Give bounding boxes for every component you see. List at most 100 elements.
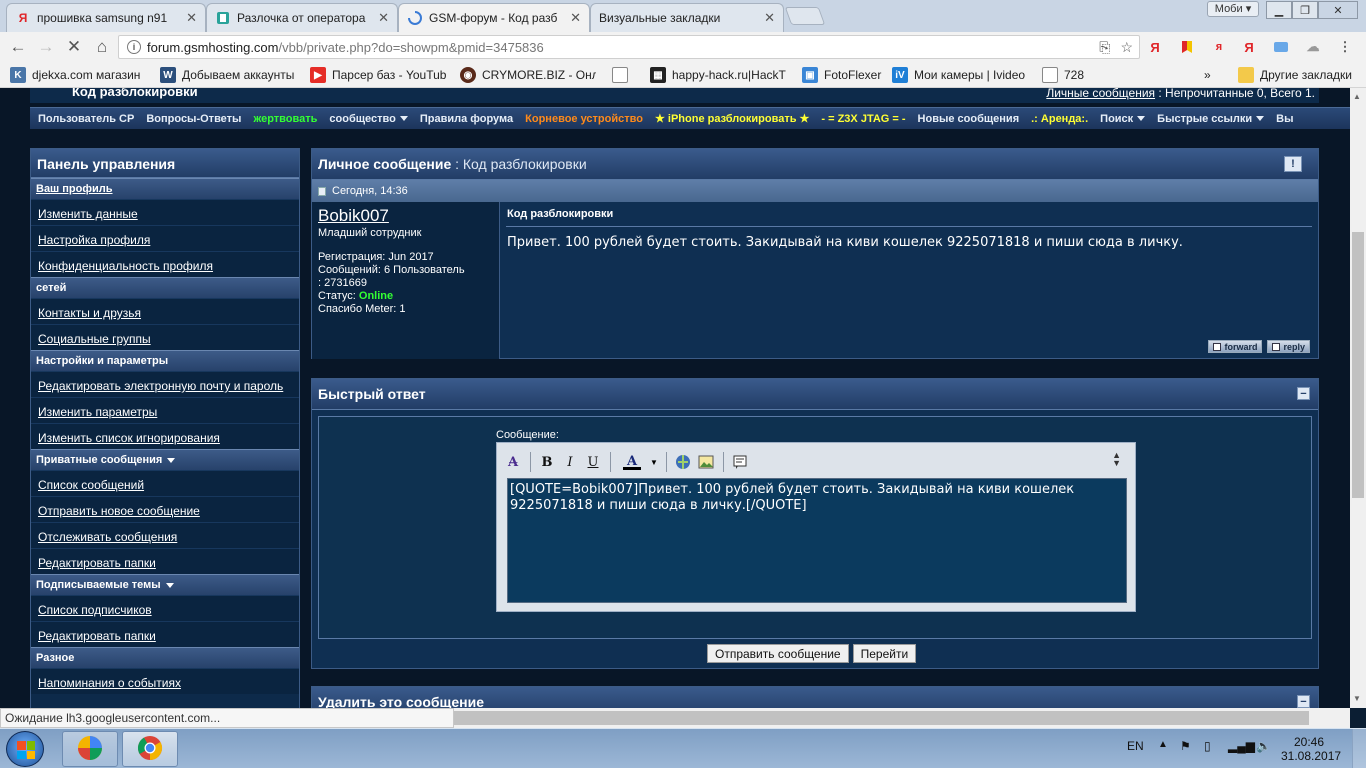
bookmarks-overflow[interactable]: » <box>1204 67 1216 83</box>
bookmark-happy-hack[interactable]: ▦ happy-hack.ru|HackT <box>650 67 788 83</box>
scroll-thumb[interactable] <box>1352 232 1364 498</box>
bookmark-djekxa[interactable]: Kdjekxa.com магазин <box>10 67 148 83</box>
sidebar-link[interactable]: Изменить список игнорирования <box>31 423 299 449</box>
info-icon[interactable]: i <box>127 40 141 54</box>
scroll-up-icon[interactable]: ▲ <box>1353 92 1361 101</box>
sidebar-link[interactable]: Контакты и друзья <box>31 298 299 324</box>
restore-button[interactable]: ❐ <box>1292 1 1318 19</box>
bookmark-728[interactable]: 728 <box>1042 67 1092 83</box>
italic-icon[interactable]: I <box>560 452 580 472</box>
sidebar-link[interactable]: Напоминания о событиях <box>31 668 299 694</box>
bookmark-crymore[interactable]: ◉ CRYMORE.BIZ - Онла <box>460 67 596 83</box>
sidebar-link[interactable]: Отслеживать сообщения <box>31 522 299 548</box>
link-icon[interactable] <box>673 452 693 472</box>
cloud-extension-icon[interactable] <box>1272 38 1290 56</box>
sidebar-link[interactable]: Отправить новое сообщение <box>31 496 299 522</box>
quote-icon[interactable] <box>730 452 750 472</box>
start-button[interactable] <box>6 731 44 767</box>
hscroll-thumb[interactable] <box>454 711 1309 725</box>
close-tab-icon[interactable]: ✕ <box>378 10 389 26</box>
vertical-scrollbar[interactable]: ▲ ▼ <box>1350 88 1366 708</box>
network-icon[interactable]: ▂▄▆ <box>1228 739 1255 753</box>
private-messages-link[interactable]: Личные сообщения <box>1046 88 1155 100</box>
scroll-down-icon[interactable]: ▼ <box>1353 694 1361 703</box>
message-textarea[interactable] <box>507 478 1127 603</box>
sidebar-link[interactable]: Изменить данные <box>31 199 299 225</box>
close-tab-icon[interactable]: ✕ <box>764 10 775 26</box>
star-icon[interactable]: ☆ <box>1120 39 1133 56</box>
nav-item[interactable]: Вопросы-Ответы <box>146 113 241 125</box>
bookmark-ivideon[interactable]: iV Мои камеры | Ivideo <box>892 67 1028 83</box>
color-dropdown-icon[interactable]: ▼ <box>650 458 658 467</box>
nav-item[interactable]: Вы <box>1276 113 1293 125</box>
nav-item[interactable]: .: Аренда:. <box>1031 113 1088 125</box>
tray-expand-icon[interactable]: ▲ <box>1158 739 1168 750</box>
stop-icon[interactable]: ✕ <box>64 37 84 57</box>
go-advanced-button[interactable]: Перейти <box>852 644 917 663</box>
other-bookmarks[interactable]: Другие закладки <box>1238 67 1358 83</box>
menu-icon[interactable]: ⋮ <box>1336 38 1354 56</box>
nav-item[interactable]: Новые сообщения <box>918 113 1020 125</box>
sidebar-section[interactable]: Подписываемые темы <box>31 574 299 595</box>
language-indicator[interactable]: EN <box>1127 739 1144 753</box>
sidebar-link[interactable]: Редактировать папки <box>31 548 299 574</box>
nav-item[interactable]: сообщество <box>329 113 408 125</box>
cloud-icon[interactable]: ☁ <box>1304 38 1322 56</box>
taskbar-app-picasa[interactable] <box>62 731 118 767</box>
sidebar-section[interactable]: Приватные сообщения <box>31 449 299 470</box>
bookmark-parser[interactable]: ▶ Парсер баз - YouTub <box>310 67 448 83</box>
show-desktop-button[interactable] <box>1352 729 1366 768</box>
minimize-button[interactable]: ▁ <box>1266 1 1292 19</box>
sidebar-link[interactable]: Изменить параметры <box>31 397 299 423</box>
power-icon[interactable]: ▯ <box>1204 739 1211 753</box>
nav-item[interactable]: - = Z3X JTAG = - <box>821 113 905 125</box>
flag-icon[interactable]: ⚑ <box>1180 739 1191 753</box>
tab-unlock[interactable]: Разлочка от оператора ✕ <box>206 3 398 32</box>
underline-icon[interactable]: U <box>583 452 603 472</box>
home-icon[interactable]: ⌂ <box>92 37 112 57</box>
yandex-extension-icon[interactable]: Я <box>1146 38 1164 56</box>
tab-gsm-forum[interactable]: GSM-форум - Код разб ✕ <box>398 3 590 32</box>
nav-item[interactable]: ★ iPhone разблокировать ★ <box>655 112 809 125</box>
close-window-button[interactable]: ✕ <box>1318 1 1358 19</box>
sidebar-link[interactable]: Конфиденциальность профиля <box>31 251 299 277</box>
nav-item[interactable]: жертвовать <box>253 113 317 125</box>
system-clock[interactable]: 20:46 31.08.2017 <box>1281 735 1341 763</box>
editor-resize-icon[interactable]: ▲ ▼ <box>1112 451 1121 468</box>
nav-item[interactable]: Быстрые ссылки <box>1157 113 1265 125</box>
nav-item[interactable]: Правила форума <box>420 113 513 125</box>
volume-icon[interactable]: 🔈 <box>1256 739 1271 753</box>
close-tab-icon[interactable]: ✕ <box>570 10 581 26</box>
tab-samsung[interactable]: Я прошивка samsung n91 ✕ <box>6 3 206 32</box>
yandex-mail-icon[interactable]: Я <box>1240 38 1258 56</box>
nav-item[interactable]: Корневое устройство <box>525 113 643 125</box>
back-arrow-icon[interactable]: ← <box>8 37 28 57</box>
collapse-icon[interactable]: − <box>1297 387 1310 400</box>
author-name[interactable]: Bobik007 <box>318 206 493 226</box>
translate-icon[interactable]: ⎘ <box>1099 39 1110 56</box>
new-tab-button[interactable] <box>784 7 826 25</box>
yandex-search-icon[interactable]: я <box>1210 38 1228 56</box>
text-color-icon[interactable]: A <box>617 452 647 472</box>
report-icon[interactable]: ! <box>1284 156 1302 172</box>
sidebar-link[interactable]: Редактировать папки <box>31 621 299 647</box>
remove-format-icon[interactable]: A̶ <box>503 452 523 472</box>
sidebar-link[interactable]: Список подписчиков <box>31 595 299 621</box>
bookmark-fotoflexer[interactable]: ▣ FotoFlexer <box>802 67 884 83</box>
nav-item[interactable]: Пользователь CP <box>38 113 134 125</box>
sidebar-link[interactable]: Социальные группы <box>31 324 299 350</box>
taskbar-app-chrome[interactable] <box>122 731 178 767</box>
bold-icon[interactable]: B <box>537 452 557 472</box>
horizontal-scrollbar[interactable] <box>454 708 1350 728</box>
collapse-icon[interactable]: − <box>1297 695 1310 708</box>
forward-arrow-icon[interactable]: → <box>36 37 56 57</box>
sidebar-link[interactable]: Редактировать электронную почту и пароль <box>31 371 299 397</box>
tab-visual-bookmarks[interactable]: Визуальные закладки ✕ <box>590 3 784 32</box>
image-icon[interactable] <box>696 452 716 472</box>
sidebar-link[interactable]: Список сообщений <box>31 470 299 496</box>
sidebar-link[interactable]: Настройка профиля <box>31 225 299 251</box>
bookmark-accounts[interactable]: W Добываем аккаунты <box>160 67 296 83</box>
forward-button[interactable]: forward <box>1208 340 1263 353</box>
bookmark-extension-icon[interactable] <box>1178 38 1196 56</box>
bookmark-page[interactable] <box>612 67 634 83</box>
